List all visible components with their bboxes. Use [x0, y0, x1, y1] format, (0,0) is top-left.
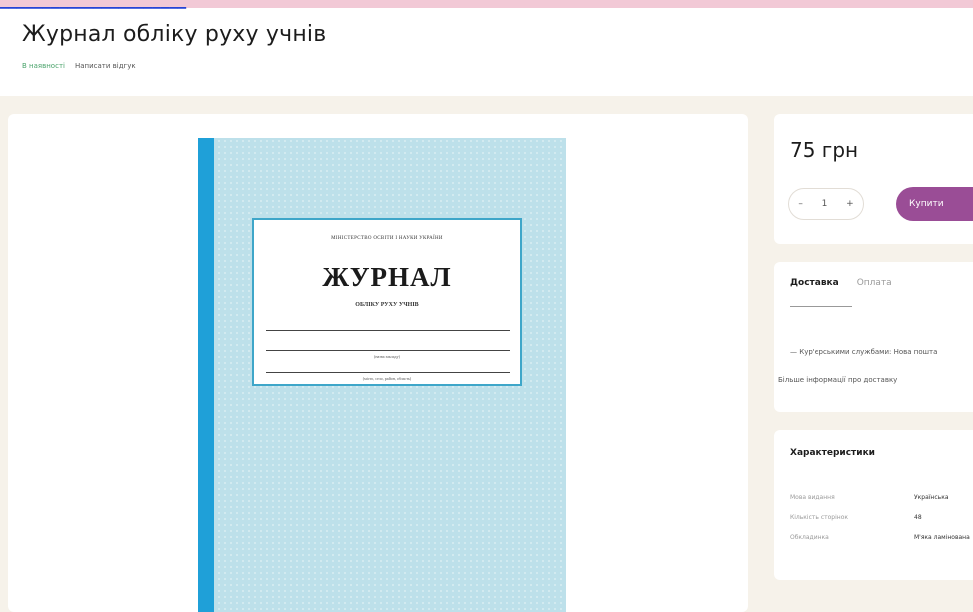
top-link[interactable]: ▁▁▁▁▁▁▁▁▁▁▁▁▁▁▁▁▁▁▁▁▁▁ [0, 0, 240, 9]
product-title: Журнал обліку руху учнів [22, 22, 327, 47]
cover-subtitle: ОБЛІКУ РУХУ УЧНІВ [355, 302, 419, 308]
product-meta: В наявності Написати відгук [22, 62, 136, 70]
cover-caption-place: (місто, село, район, область) [362, 376, 412, 381]
quantity-stepper[interactable]: – 1 + [788, 188, 864, 220]
price-card: 75 грн – 1 + Купити [774, 114, 973, 244]
spec-row: Мова видання Українська [790, 494, 973, 501]
active-tab-indicator [790, 306, 852, 307]
cover-line [266, 372, 510, 373]
spec-key: Мова видання [790, 494, 835, 501]
cover-caption-school: (назва закладу) [374, 354, 400, 359]
availability-status: В наявності [22, 62, 65, 70]
cover-label: МІНІСТЕРСТВО ОСВІТИ І НАУКИ УКРАЇНИ ЖУРН… [252, 218, 522, 386]
spec-value: 48 [914, 514, 922, 521]
cover-line [266, 350, 510, 351]
increment-button[interactable]: + [846, 199, 854, 209]
spec-row: Обкладинка М'яка ламінована [790, 534, 973, 541]
spec-value: М'яка ламінована [914, 534, 970, 541]
tab-payment[interactable]: Оплата [857, 278, 892, 288]
delivery-method: — Кур'єрськими службами: Нова пошта [790, 348, 938, 356]
product-price: 75 грн [790, 138, 859, 162]
delivery-tabs: Доставка Оплата [790, 278, 892, 288]
cover-line [266, 330, 510, 331]
spec-row: Кількість сторінок 48 [790, 514, 973, 521]
cover-ministry: МІНІСТЕРСТВО ОСВІТИ І НАУКИ УКРАЇНИ [331, 236, 443, 241]
decrement-button[interactable]: – [798, 199, 803, 209]
write-review-link[interactable]: Написати відгук [75, 62, 136, 70]
specs-title: Характеристики [790, 448, 875, 458]
product-image[interactable]: МІНІСТЕРСТВО ОСВІТИ І НАУКИ УКРАЇНИ ЖУРН… [198, 138, 566, 612]
spec-key: Обкладинка [790, 534, 829, 541]
buy-button[interactable]: Купити [896, 187, 973, 221]
cover-title: ЖУРНАЛ [322, 262, 452, 292]
section-band [0, 96, 973, 114]
delivery-card: Доставка Оплата — Кур'єрськими службами:… [774, 262, 973, 412]
spec-value: Українська [914, 494, 949, 501]
book-spine [198, 138, 214, 612]
delivery-more-link[interactable]: Більше інформації про доставку [778, 376, 973, 384]
spec-key: Кількість сторінок [790, 514, 848, 521]
tab-delivery[interactable]: Доставка [790, 278, 839, 288]
specs-card: Характеристики Мова видання Українська К… [774, 430, 973, 580]
quantity-value[interactable]: 1 [822, 199, 828, 209]
